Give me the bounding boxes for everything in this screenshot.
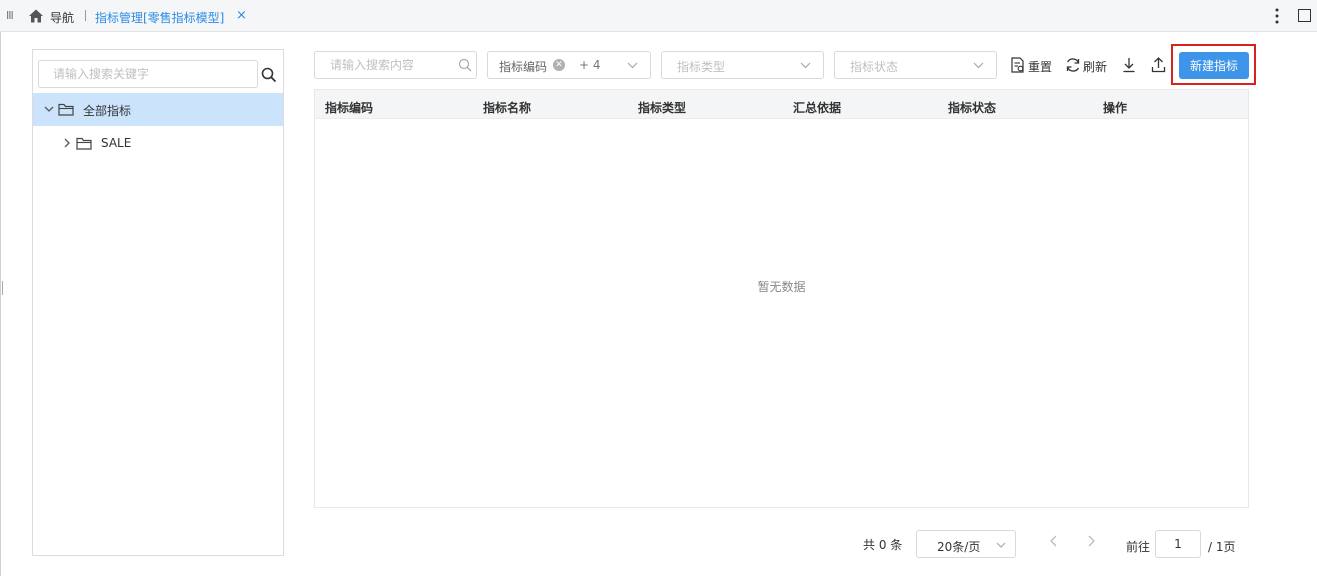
sidebar-resize-handle[interactable]: [2, 281, 4, 295]
column-header-type: 指标类型: [638, 101, 687, 115]
nav-label[interactable]: 导航: [50, 9, 74, 26]
folder-icon: [76, 137, 92, 150]
column-header-actions: 操作: [1103, 101, 1128, 115]
tree-node-sale[interactable]: SALE: [33, 127, 283, 160]
table-header: 指标编码 指标名称 指标类型 汇总依据 指标状态 操作: [315, 90, 1248, 119]
download-icon[interactable]: [1122, 57, 1136, 73]
tab-indicator-management[interactable]: 指标管理[零售指标模型]: [95, 9, 224, 26]
selected-tag-label: 指标编码: [499, 60, 548, 74]
tree-node-label: SALE: [101, 136, 132, 150]
search-icon[interactable]: [458, 58, 472, 72]
search-icon[interactable]: [261, 67, 277, 83]
page-size-select[interactable]: 20条/页: [916, 530, 1016, 558]
refresh-button[interactable]: 刷新: [1065, 57, 1109, 75]
new-indicator-button[interactable]: 新建指标: [1179, 52, 1249, 79]
refresh-label: 刷新: [1083, 60, 1108, 74]
empty-state-text: 暂无数据: [757, 280, 806, 294]
menu-grip-icon[interactable]: III: [6, 9, 14, 22]
upload-icon[interactable]: [1151, 56, 1166, 73]
reset-label: 重置: [1028, 60, 1053, 74]
prev-page-icon[interactable]: [1049, 535, 1059, 547]
more-vertical-icon[interactable]: [1274, 7, 1280, 25]
left-edge-border: [0, 32, 1, 576]
pagination-total: 共 0 条: [863, 538, 903, 552]
indicator-table: 指标编码 指标名称 指标类型 汇总依据 指标状态 操作 暂无数据: [314, 89, 1249, 508]
folder-icon: [58, 103, 74, 116]
chevron-right-icon[interactable]: [62, 138, 72, 148]
indicator-status-select[interactable]: 指标状态: [834, 51, 997, 79]
indicator-tree-panel: 全部指标 SALE: [32, 49, 284, 556]
tree-node-all-indicators[interactable]: 全部指标: [33, 93, 283, 126]
tag-clear-icon[interactable]: ✕: [553, 59, 565, 71]
top-tab-bar: III 导航 指标管理[零售指标模型] ×: [0, 0, 1317, 32]
indicator-type-select[interactable]: 指标类型: [661, 51, 824, 79]
content-search-box: [314, 51, 477, 79]
column-header-name: 指标名称: [483, 101, 532, 115]
maximize-icon[interactable]: [1298, 9, 1311, 22]
indicator-code-multiselect[interactable]: 指标编码 ✕ + 4: [487, 51, 651, 79]
tree-search-input[interactable]: [38, 60, 258, 88]
home-icon[interactable]: [28, 8, 44, 24]
close-icon[interactable]: ×: [236, 8, 247, 23]
tree-node-label: 全部指标: [83, 104, 132, 118]
reset-button[interactable]: 重置: [1010, 57, 1054, 75]
column-header-status: 指标状态: [948, 101, 997, 115]
select-placeholder: 指标类型: [677, 60, 726, 74]
total-pages: / 1页: [1208, 540, 1236, 554]
divider: [85, 10, 86, 21]
column-header-aggregation: 汇总依据: [793, 101, 842, 115]
goto-label: 前往: [1126, 540, 1151, 554]
more-tags-count: + 4: [579, 58, 601, 72]
content-search-input[interactable]: [315, 52, 455, 78]
chevron-down-icon[interactable]: [996, 541, 1006, 549]
chevron-down-icon[interactable]: [44, 104, 54, 114]
refresh-icon: [1066, 58, 1080, 72]
page-number-input[interactable]: [1155, 530, 1201, 558]
page-size-value: 20条/页: [937, 540, 981, 554]
reset-icon: [1011, 57, 1024, 73]
next-page-icon[interactable]: [1086, 535, 1096, 547]
select-placeholder: 指标状态: [850, 60, 899, 74]
chevron-down-icon[interactable]: [627, 60, 638, 70]
column-header-code: 指标编码: [325, 101, 374, 115]
chevron-down-icon[interactable]: [973, 60, 984, 70]
chevron-down-icon[interactable]: [800, 60, 811, 70]
